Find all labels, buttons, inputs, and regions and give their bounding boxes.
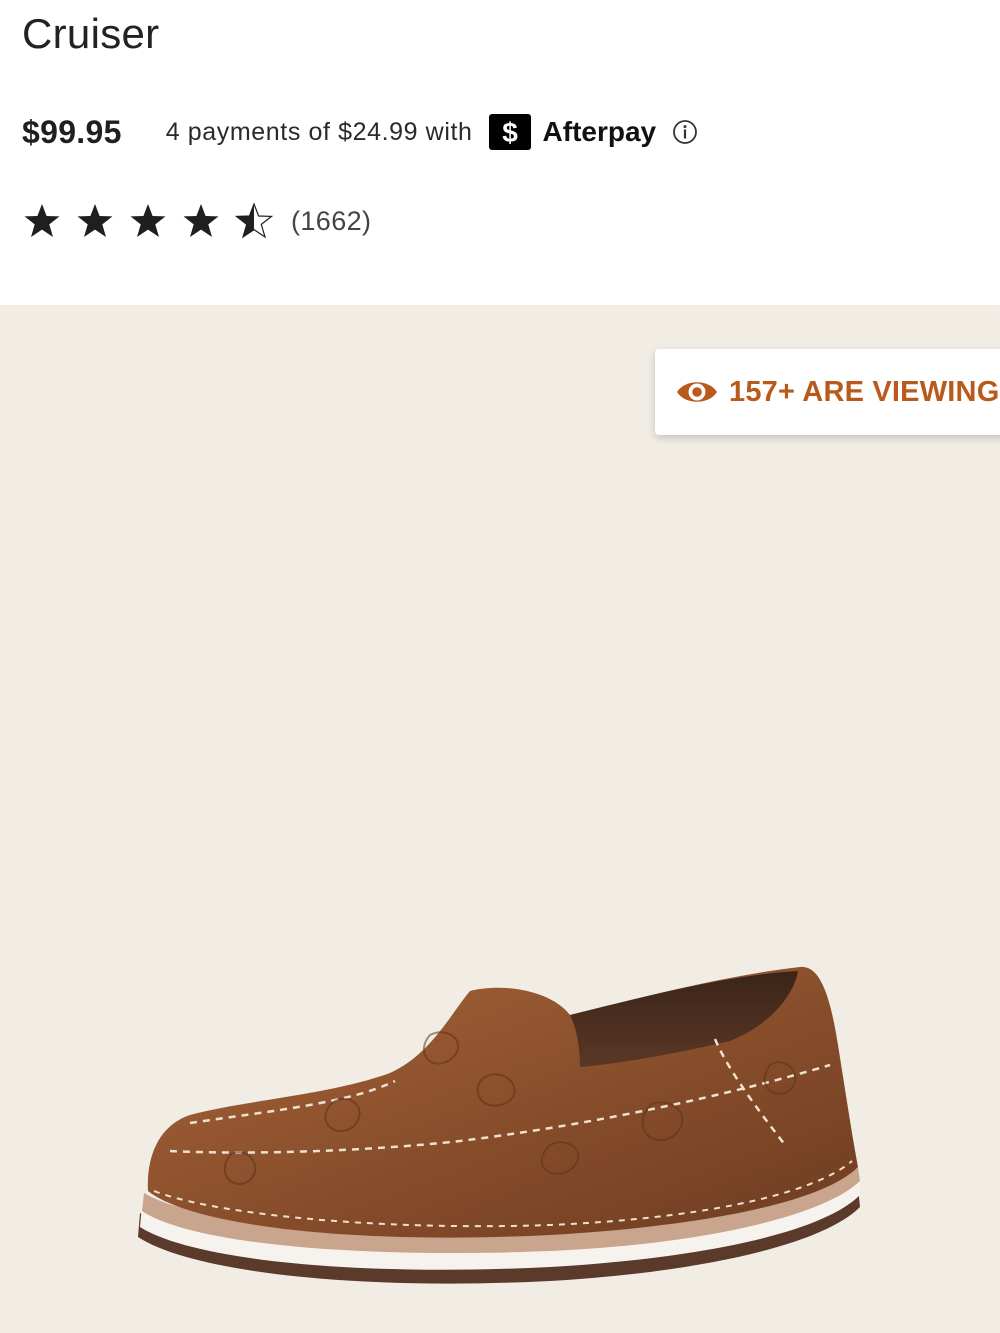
viewers-text: 157+ ARE VIEWING [729, 375, 1000, 408]
afterpay-logo-icon: $ [488, 114, 531, 150]
product-image-shoe[interactable] [130, 955, 870, 1295]
product-price: $99.95 [22, 113, 122, 150]
eye-icon [677, 382, 717, 402]
afterpay-brand[interactable]: Afterpay [543, 116, 657, 148]
review-count[interactable]: (1662) [291, 206, 371, 237]
product-image-gallery[interactable]: 157+ ARE VIEWING [0, 305, 1000, 1333]
price-row: $99.95 4 payments of $24.99 with $ After… [22, 108, 698, 156]
viewers-badge: 157+ ARE VIEWING [655, 349, 1000, 435]
info-circle-icon[interactable] [672, 119, 698, 145]
rating-row[interactable]: (1662) [22, 196, 371, 246]
product-page: Cruiser $99.95 4 payments of $24.99 with… [0, 0, 1000, 1333]
star-full-icon [24, 204, 60, 237]
product-title: Cruiser [22, 10, 160, 57]
star-full-icon [183, 204, 219, 237]
star-half-icon [234, 202, 274, 239]
star-full-icon [77, 204, 113, 237]
star-full-icon [130, 204, 166, 237]
afterpay-logo-glyph: $ [502, 117, 518, 147]
svg-text:$: $ [502, 117, 518, 147]
afterpay-installments: 4 payments of $24.99 with [165, 117, 473, 146]
